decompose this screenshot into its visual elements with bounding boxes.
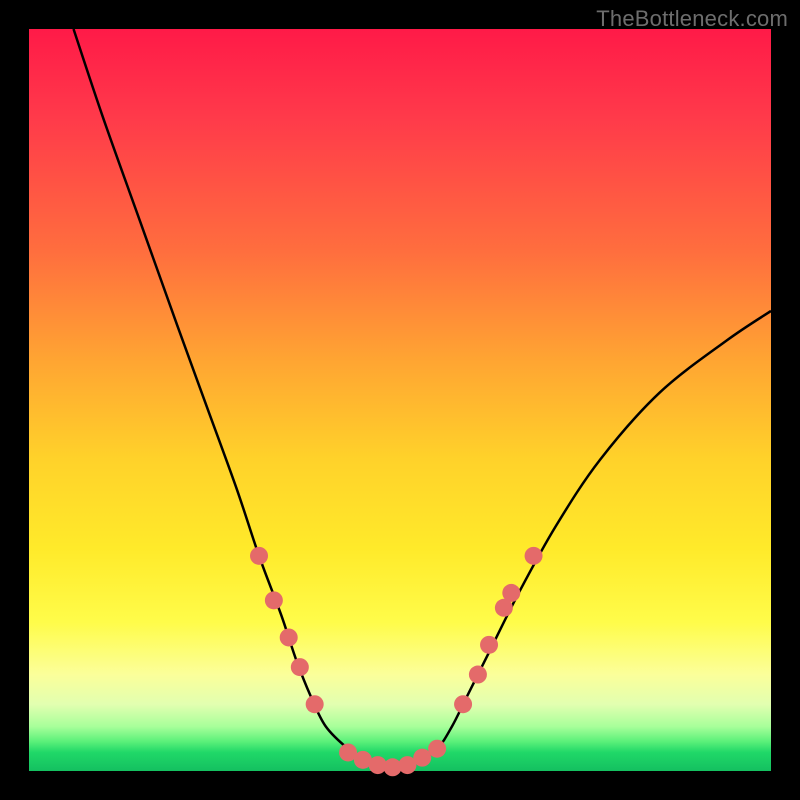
plot-area — [29, 29, 771, 771]
marker-dot — [525, 547, 543, 565]
marker-dot — [280, 628, 298, 646]
curve-markers — [250, 547, 543, 776]
chart-frame: TheBottleneck.com — [0, 0, 800, 800]
marker-dot — [454, 695, 472, 713]
marker-dot — [428, 740, 446, 758]
watermark-text: TheBottleneck.com — [596, 6, 788, 32]
curve-svg — [29, 29, 771, 771]
bottleneck-curve — [74, 29, 771, 771]
marker-dot — [291, 658, 309, 676]
marker-dot — [502, 584, 520, 602]
marker-dot — [250, 547, 268, 565]
marker-dot — [306, 695, 324, 713]
marker-dot — [469, 666, 487, 684]
marker-dot — [480, 636, 498, 654]
marker-dot — [265, 591, 283, 609]
